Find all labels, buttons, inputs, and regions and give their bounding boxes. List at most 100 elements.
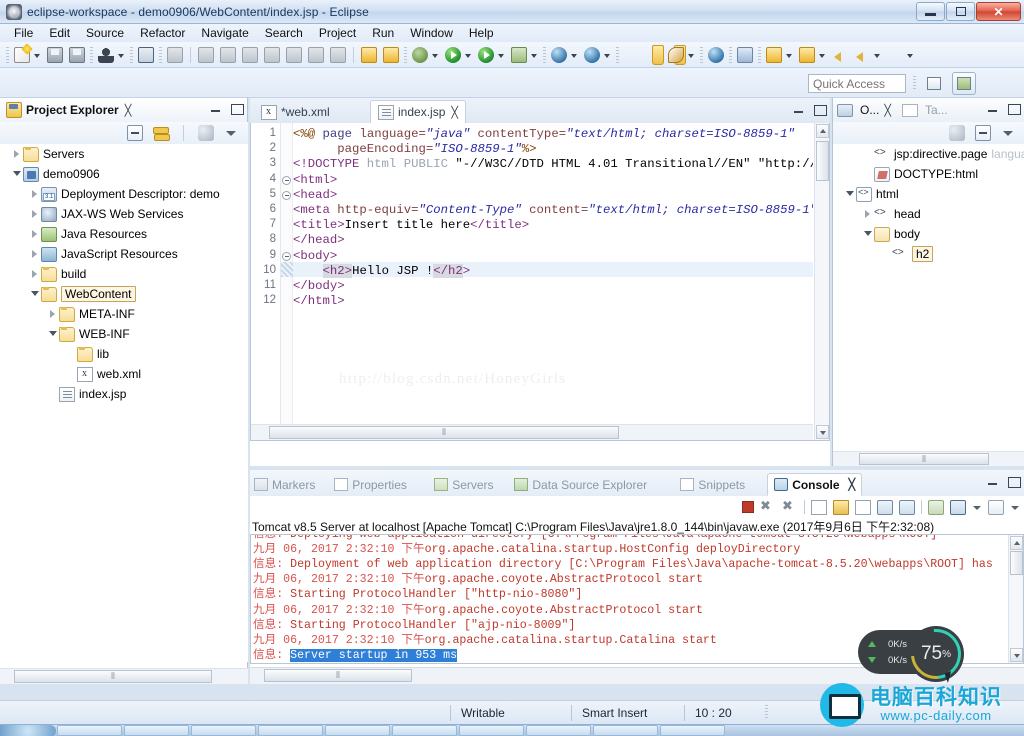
menu-refactor[interactable]: Refactor [132,25,193,41]
drop-to-frame-icon[interactable] [328,45,348,65]
jax-ws-icon[interactable] [735,45,755,65]
taskbar-item-8[interactable] [526,725,591,736]
menu-file[interactable]: File [6,25,41,41]
word-wrap-icon[interactable] [855,499,871,515]
toolbar-grip-8[interactable] [700,46,703,63]
bottom-tab-console[interactable]: Console ╳ [767,473,863,496]
collapse-arrow-icon[interactable] [28,184,41,204]
tree-item[interactable]: h2 [833,244,1024,264]
bottom-tab-properties[interactable]: Properties [334,474,407,495]
taskbar-item-10[interactable] [660,725,725,736]
close-button[interactable]: ✕ [976,2,1021,21]
save-icon[interactable] [45,45,65,65]
quick-access-grip[interactable] [913,76,916,91]
toolbar-grip-9[interactable] [729,46,732,63]
export-icon[interactable] [797,45,817,65]
source-code[interactable]: <%@ page language="java" contentType="te… [293,123,813,440]
fold-toggle-icon[interactable] [282,175,291,185]
code-line[interactable]: pageEncoding="ISO-8859-1"%> [293,142,813,157]
menu-run[interactable]: Run [364,25,402,41]
collapse-arrow-icon[interactable] [28,244,41,264]
tree-item[interactable]: Java Resources [0,224,248,244]
console-scroll-up-icon[interactable] [1010,536,1023,550]
expand-arrow-icon[interactable] [28,284,41,304]
editor-hscroll-thumb[interactable]: ⦀ [269,426,619,439]
previous-annotation-icon[interactable] [381,45,401,65]
code-line[interactable]: </body> [293,279,813,294]
resume-icon[interactable] [196,45,216,65]
outline-close-icon[interactable]: ╳ [884,104,891,117]
editor-scroll-up-icon[interactable] [816,124,829,138]
collapse-all-icon[interactable] [127,125,143,141]
console-hscroll-thumb[interactable]: ⦀ [264,669,412,682]
run-external-dropdown-arrow[interactable] [497,45,506,65]
export-dropdown-arrow[interactable] [818,45,827,65]
editor-hscrollbar[interactable]: ⦀ [251,424,813,440]
minimize-editor-icon[interactable] [792,103,805,116]
editor-tab-web-xml[interactable]: *web.xml [254,101,337,123]
outline-hscroll-thumb[interactable]: ⦀ [859,453,989,465]
view-menu-icon[interactable] [1001,125,1017,141]
import-icon[interactable] [764,45,784,65]
taskbar-item-3[interactable] [191,725,256,736]
java-ee-perspective-icon[interactable] [952,72,976,95]
bottom-tab-data-source-explorer[interactable]: Data Source Explorer [514,474,647,495]
new-java-project-dropdown-arrow[interactable] [570,45,579,65]
editor-vscroll-thumb[interactable] [816,141,829,181]
expand-arrow-icon[interactable] [861,224,874,244]
collapse-all-icon[interactable] [975,125,991,141]
outline-tree[interactable]: jsp:directive.page langua DOCTYPE:html htm… [833,144,1024,446]
open-console-icon[interactable] [950,499,966,515]
search-dropdown-arrow[interactable] [687,45,696,65]
code-editor[interactable]: 1 2 3 4 5 6 7 8 9 10 11 12 <%@ page language="java"… [250,123,830,441]
terminate-icon[interactable] [240,45,260,65]
taskbar-item-6[interactable] [392,725,457,736]
editor-scroll-down-icon[interactable] [816,425,829,439]
history-dropdown-arrow[interactable] [873,45,882,65]
skip-breakpoints-icon[interactable] [165,45,185,65]
minimize-button[interactable] [916,2,945,21]
back-icon[interactable] [830,45,850,65]
forward-icon[interactable] [852,45,872,65]
toolbar-grip[interactable] [6,46,9,63]
scroll-lock-icon[interactable] [833,499,849,515]
taskbar-item-1[interactable] [57,725,122,736]
menu-edit[interactable]: Edit [41,25,78,41]
new-wizard-dropdown-arrow[interactable] [33,45,42,65]
tree-item[interactable]: Deployment Descriptor: demo [0,184,248,204]
folding-column[interactable] [281,123,293,440]
taskbar-item-4[interactable] [258,725,323,736]
open-perspective-icon[interactable] [922,72,946,95]
link-with-editor-icon[interactable] [153,125,170,141]
tree-item[interactable]: JavaScript Resources [0,244,248,264]
maximize-console-icon[interactable] [1007,475,1021,488]
open-type-icon[interactable] [622,44,664,65]
taskbar-item-9[interactable] [593,725,658,736]
editor-vscrollbar[interactable] [814,123,829,440]
remove-launch-icon[interactable] [760,498,776,515]
taskbar-item-2[interactable] [124,725,189,736]
console-icon[interactable] [136,45,156,65]
open-console-dropdown-arrow[interactable] [972,500,982,515]
toolbar-grip-3[interactable] [130,46,133,63]
menu-window[interactable]: Window [402,25,461,41]
tree-item[interactable]: head [833,204,1024,224]
profile-dropdown-arrow[interactable] [530,45,539,65]
outline-hscrollbar[interactable]: ⦀ [833,451,1024,466]
debug-dropdown-arrow[interactable] [431,45,440,65]
tree-item[interactable]: JAX-WS Web Services [0,204,248,224]
tree-item[interactable]: build [0,264,248,284]
project-explorer-hscroll-thumb[interactable]: ⦀ [14,670,212,683]
code-line[interactable]: <%@ page language="java" contentType="te… [293,127,813,142]
quick-access-input[interactable] [808,74,906,93]
new-console-dropdown-arrow[interactable] [1010,500,1020,515]
project-explorer-hscrollbar[interactable]: ⦀ [0,668,248,684]
editor-tab-index-jsp[interactable]: index.jsp ╳ [370,100,466,124]
minimize-view-icon[interactable] [209,102,222,115]
expand-arrow-icon[interactable] [843,184,856,204]
clear-console-icon[interactable] [811,499,827,515]
bottom-tab-servers[interactable]: Servers [434,474,494,495]
next-annotation-icon[interactable] [359,45,379,65]
expand-arrow-icon[interactable] [46,324,59,344]
pe-scroll-left-icon[interactable] [0,670,13,683]
